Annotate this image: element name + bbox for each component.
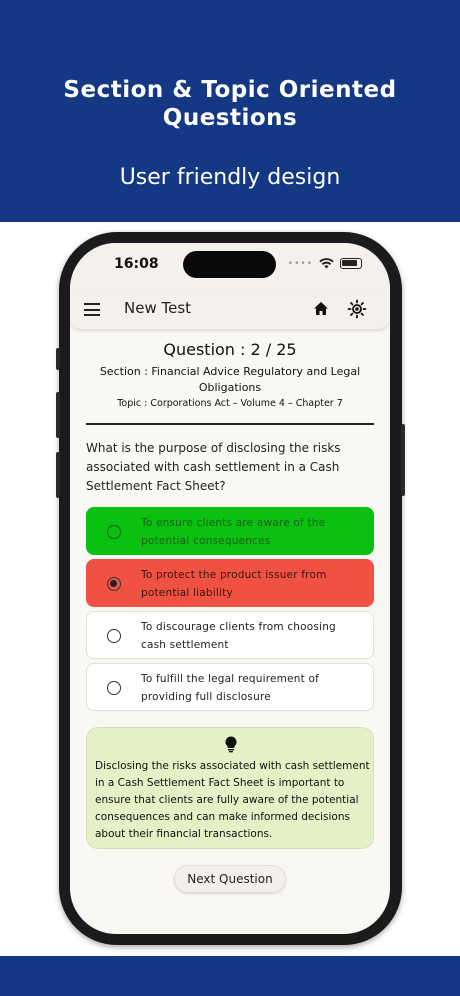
status-icons: •••• bbox=[288, 258, 362, 269]
phone-side-button bbox=[56, 348, 60, 370]
radio-icon[interactable] bbox=[107, 525, 121, 539]
phone-power-button bbox=[401, 424, 405, 496]
answer-option-text: To discourage clients from choosing cash… bbox=[141, 621, 336, 651]
next-question-button[interactable]: Next Question bbox=[174, 865, 286, 893]
brightness-icon[interactable] bbox=[347, 299, 367, 319]
question-text: What is the purpose of disclosing the ri… bbox=[86, 441, 341, 493]
answer-option-2[interactable]: To protect the product issuer from poten… bbox=[86, 559, 374, 607]
promo-headline: Section & Topic Oriented Questions bbox=[63, 77, 397, 131]
signal-icon: •••• bbox=[287, 258, 313, 269]
status-time: 16:08 bbox=[114, 256, 159, 272]
home-icon[interactable] bbox=[313, 301, 329, 316]
question-topic: Topic : Corporations Act – Volume 4 – Ch… bbox=[117, 398, 343, 409]
answer-option-1[interactable]: To ensure clients are aware of the poten… bbox=[86, 507, 374, 555]
explanation-box: Disclosing the risks associated with cas… bbox=[86, 727, 374, 849]
phone-volume-up bbox=[56, 392, 60, 438]
promo-subline: User friendly design bbox=[119, 165, 341, 190]
answer-option-text: To protect the product issuer from poten… bbox=[141, 569, 327, 599]
question-number: Question : 2 / 25 bbox=[163, 340, 297, 359]
divider bbox=[86, 423, 374, 425]
answer-option-text: To ensure clients are aware of the poten… bbox=[141, 517, 326, 547]
bottom-banner bbox=[0, 956, 460, 996]
status-bar: 16:08 •••• bbox=[70, 243, 390, 291]
phone-volume-down bbox=[56, 452, 60, 498]
answer-option-text: To fulfill the legal requirement of prov… bbox=[141, 673, 319, 703]
wifi-icon bbox=[319, 258, 334, 269]
question-header: Question : 2 / 25 Section : Financial Ad… bbox=[70, 339, 390, 411]
app-bar: New Test bbox=[70, 291, 390, 329]
promo-banner: Section & Topic Oriented Questions User … bbox=[0, 0, 460, 222]
radio-selected-icon[interactable] bbox=[107, 577, 121, 591]
answer-option-3[interactable]: To discourage clients from choosing cash… bbox=[86, 611, 374, 659]
radio-icon[interactable] bbox=[107, 681, 121, 695]
menu-icon[interactable] bbox=[84, 303, 100, 316]
lightbulb-icon bbox=[225, 736, 237, 753]
battery-icon bbox=[340, 258, 362, 269]
app-title: New Test bbox=[124, 299, 192, 317]
radio-icon[interactable] bbox=[107, 629, 121, 643]
answer-option-4[interactable]: To fulfill the legal requirement of prov… bbox=[86, 663, 374, 711]
app-screen: 16:08 •••• New Test Question: 2 / 25 Se… bbox=[70, 243, 390, 934]
question-section: Section : Financial Advice Regulatory an… bbox=[99, 365, 361, 394]
explanation-text: Disclosing the risks associated with cas… bbox=[95, 760, 370, 840]
dynamic-island bbox=[183, 251, 276, 278]
